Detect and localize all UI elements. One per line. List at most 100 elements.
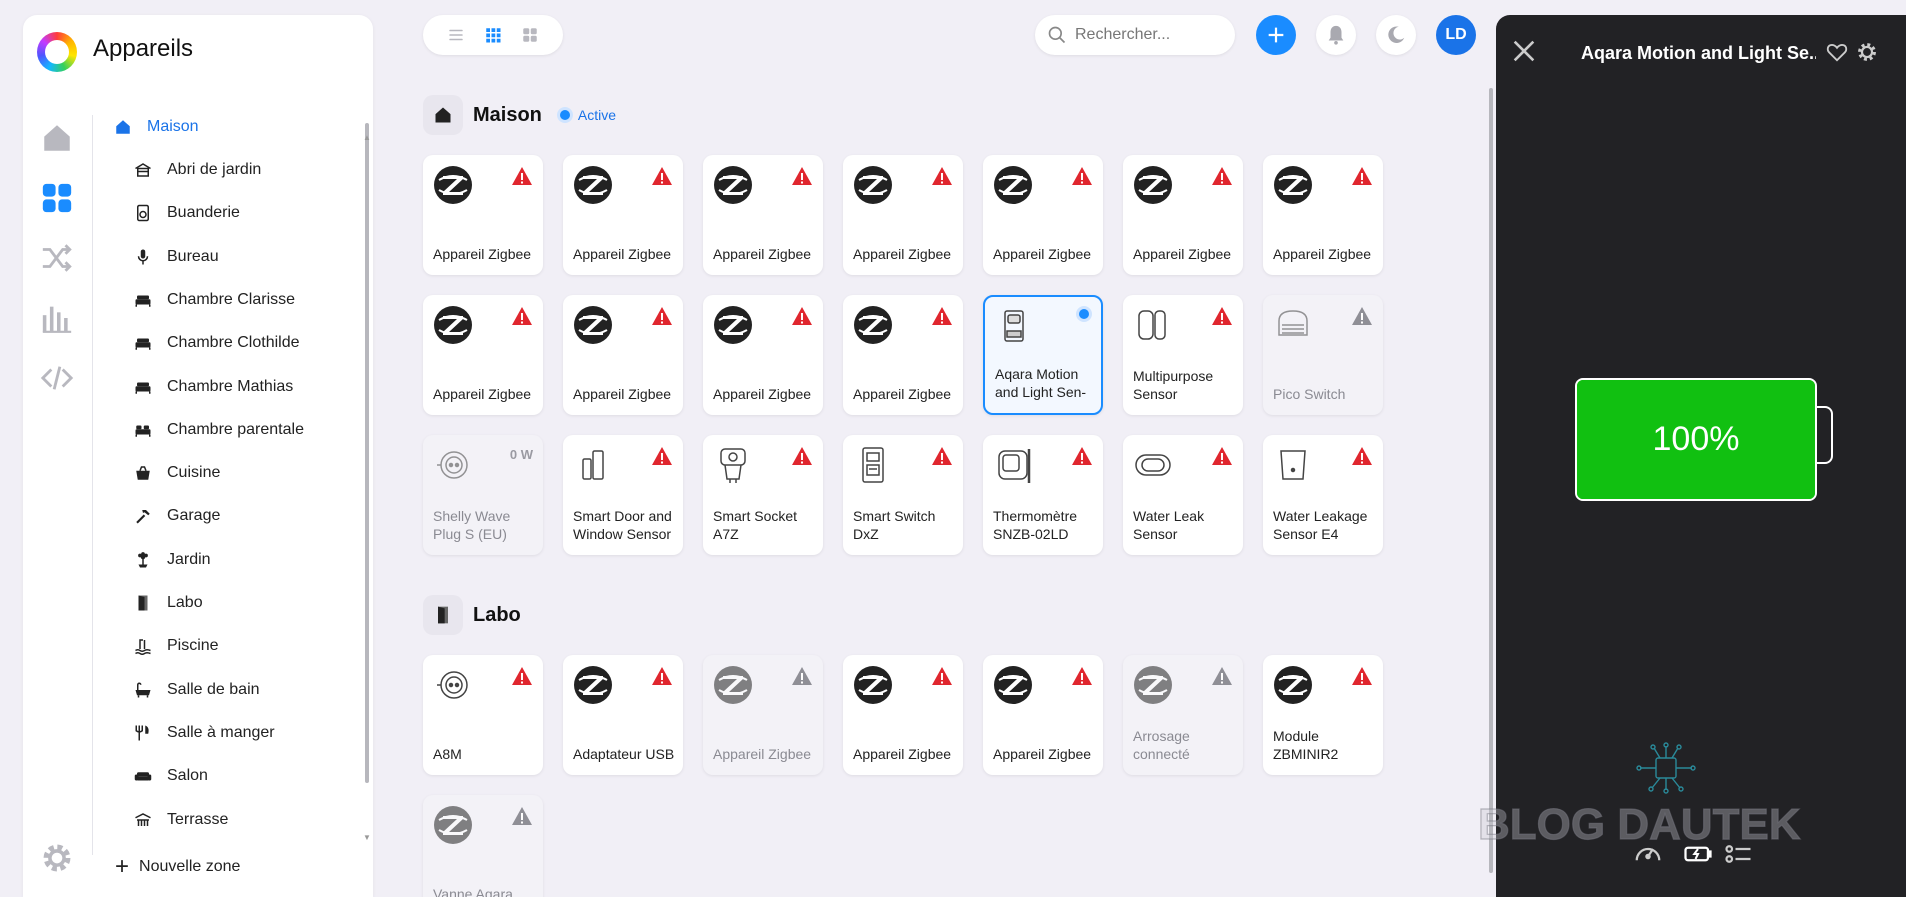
device-card[interactable]: Thermomètre SNZB-02LD [983, 435, 1103, 555]
device-card[interactable]: Appareil Zigbee [843, 295, 963, 415]
device-card[interactable]: Smart Switch DxZ [843, 435, 963, 555]
zone-item[interactable]: Salle de bain [133, 675, 260, 705]
device-card[interactable]: Smart Door and Window Sensor [563, 435, 683, 555]
zone-scroll-up-arrow[interactable]: ▲ [363, 133, 371, 142]
device-card[interactable]: Aqara Motion and Light Sen- [983, 295, 1103, 415]
warning-icon [511, 805, 533, 827]
device-card[interactable]: Water Leak Sensor [1123, 435, 1243, 555]
shuffle-icon[interactable] [37, 238, 77, 278]
large-grid-view-icon[interactable] [518, 23, 542, 47]
device-card[interactable]: Water Leakage Sensor E4 [1263, 435, 1383, 555]
device-card[interactable]: Appareil Zigbee [1123, 155, 1243, 275]
zone-item[interactable]: Chambre parentale [133, 415, 304, 445]
bathtub-icon [133, 680, 153, 700]
door-icon [133, 593, 153, 613]
device-card[interactable]: Vanne Aqara [423, 795, 543, 897]
user-avatar[interactable]: LD [1436, 15, 1476, 55]
zone-label: Labo [167, 594, 203, 611]
device-card[interactable]: Appareil Zigbee [983, 155, 1103, 275]
home-icon[interactable] [37, 118, 77, 158]
door-icon [423, 595, 463, 635]
pico-switch-icon [1273, 305, 1313, 345]
warning-icon [1071, 165, 1093, 187]
list-view-icon[interactable] [444, 23, 468, 47]
heart-icon[interactable] [1826, 41, 1848, 63]
device-card[interactable]: Appareil Zigbee [1263, 155, 1383, 275]
hammer-icon [133, 506, 153, 526]
device-card[interactable]: 0 W Shelly Wave Plug S (EU) [423, 435, 543, 555]
zigbee-icon [433, 305, 473, 345]
chart-bars-icon[interactable] [37, 298, 77, 338]
device-name: Appareil Zigbee [853, 246, 952, 262]
bed-icon [133, 333, 153, 353]
zigbee-icon [433, 165, 473, 205]
zone-item[interactable]: Terrasse [133, 805, 228, 835]
device-card[interactable]: Appareil Zigbee [843, 155, 963, 275]
device-name: Shelly Wave Plug S (EU) [433, 508, 511, 542]
zone-item[interactable]: Buanderie [133, 198, 240, 228]
close-icon[interactable] [1510, 37, 1538, 65]
zone-scroll-down-arrow[interactable]: ▼ [363, 833, 371, 842]
washer-icon [133, 203, 153, 223]
add-device-button[interactable] [1256, 15, 1296, 55]
device-name: Appareil Zigbee [433, 246, 532, 262]
device-card[interactable]: Appareil Zigbee [703, 295, 823, 415]
zone-item[interactable]: Piscine [133, 631, 219, 661]
zone-item[interactable]: Jardin [133, 545, 211, 575]
zone-item[interactable]: Labo [133, 588, 203, 618]
zone-item[interactable]: Chambre Mathias [133, 372, 293, 402]
warning-icon [1351, 165, 1373, 187]
device-card[interactable]: Appareil Zigbee [563, 295, 683, 415]
device-name: Module ZBMINIR2 [1273, 728, 1339, 762]
dark-mode-button[interactable] [1376, 15, 1416, 55]
device-card[interactable]: Appareil Zigbee [843, 655, 963, 775]
zone-label: Bureau [167, 247, 219, 265]
small-grid-view-icon[interactable] [481, 23, 505, 47]
zone-item[interactable]: Garage [133, 501, 220, 531]
device-card[interactable]: Module ZBMINIR2 [1263, 655, 1383, 775]
device-card[interactable]: Appareil Zigbee [983, 655, 1103, 775]
battery-percent-label: 100% [1652, 420, 1740, 458]
device-card[interactable]: A8M [423, 655, 543, 775]
devices-grid-icon[interactable] [37, 178, 77, 218]
zone-scrollbar[interactable] [365, 123, 369, 783]
zone-item[interactable]: Bureau [133, 242, 219, 272]
code-icon[interactable] [37, 358, 77, 398]
device-card[interactable]: Smart Socket A7Z [703, 435, 823, 555]
gear-icon[interactable] [1856, 41, 1878, 63]
zone-label: Salle à manger [167, 723, 275, 741]
zone-item[interactable]: Chambre Clarisse [133, 285, 295, 315]
device-card[interactable]: Appareil Zigbee [423, 295, 543, 415]
device-card[interactable]: Arrosage connecté [1123, 655, 1243, 775]
zone-item[interactable]: Salon [133, 761, 208, 791]
zone-item-maison[interactable]: Maison [113, 112, 199, 142]
warning-icon [1211, 445, 1233, 467]
zone-item[interactable]: Cuisine [133, 458, 220, 488]
zone-item[interactable]: Abri de jardin [133, 155, 261, 185]
warning-icon [1071, 445, 1093, 467]
flower-icon [133, 550, 153, 570]
device-card[interactable]: Appareil Zigbee [563, 155, 683, 275]
search-input[interactable] [1075, 26, 1215, 44]
device-card[interactable]: Appareil Zigbee [703, 155, 823, 275]
new-zone-button[interactable]: + Nouvelle zone [115, 855, 240, 879]
device-card[interactable]: Pico Switch [1263, 295, 1383, 415]
zigbee-icon [1133, 165, 1173, 205]
device-card[interactable]: Appareil Zigbee [423, 155, 543, 275]
warning-icon [651, 665, 673, 687]
search-box[interactable] [1035, 15, 1235, 55]
zone-item[interactable]: Chambre Clothilde [133, 328, 300, 358]
zone-label: Piscine [167, 637, 219, 655]
warning-icon [511, 165, 533, 187]
device-card[interactable]: Adaptateur USB [563, 655, 683, 775]
notifications-button[interactable] [1316, 15, 1356, 55]
watermark-blog-text: BLOG DAUTEK [1478, 800, 1801, 849]
device-name: Adaptateur USB [573, 746, 675, 762]
device-name: Appareil Zigbee [713, 386, 812, 402]
zone-label: Chambre Clothilde [167, 334, 300, 352]
settings-gear-icon[interactable] [37, 838, 77, 878]
main-scrollbar[interactable] [1489, 88, 1493, 873]
device-card[interactable]: Multipurpose Sensor [1123, 295, 1243, 415]
device-card[interactable]: Appareil Zigbee [703, 655, 823, 775]
zone-item[interactable]: Salle à manger [133, 718, 275, 748]
